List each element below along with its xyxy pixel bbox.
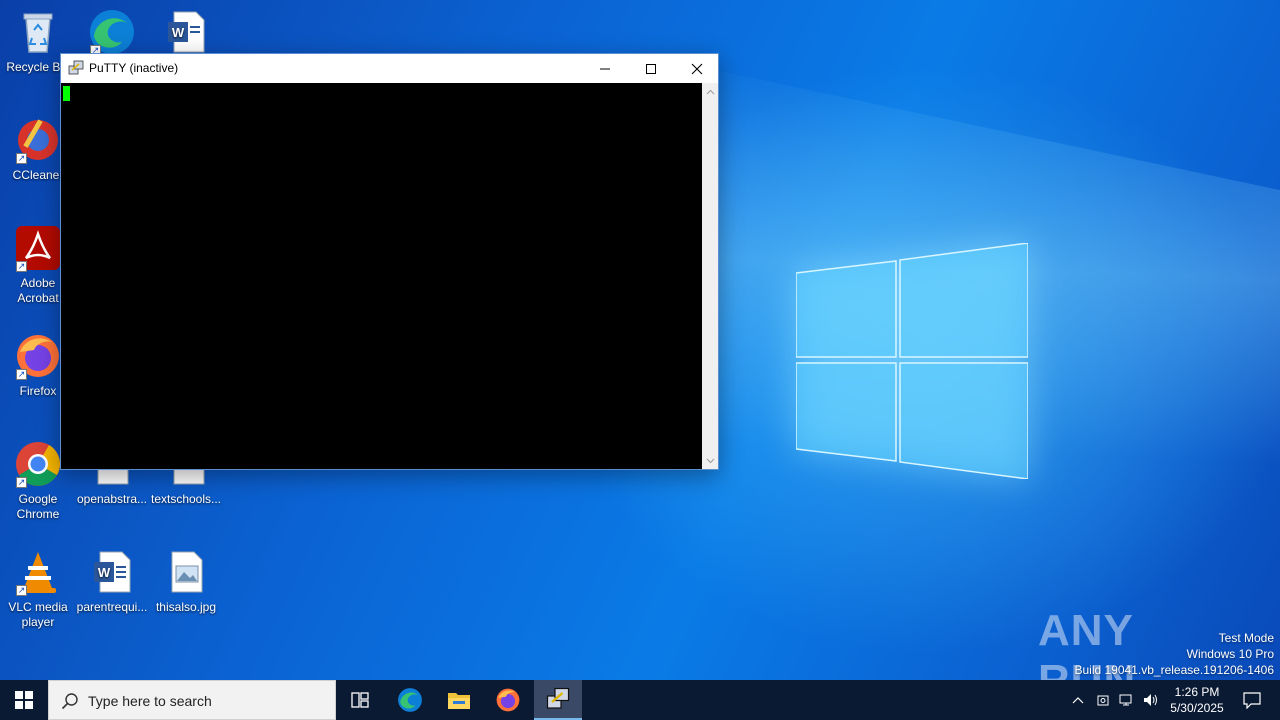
edition-label: Windows 10 Pro [1186, 647, 1274, 661]
shortcut-arrow-icon: ↗ [16, 585, 27, 596]
taskbar-firefox[interactable] [484, 680, 532, 720]
shortcut-arrow-icon: ↗ [16, 477, 27, 488]
shortcut-arrow-icon: ↗ [16, 153, 27, 164]
maximize-icon [646, 63, 656, 74]
taskbar-clock[interactable]: 1:26 PM 5/30/2025 [1164, 684, 1230, 716]
terminal-cursor [63, 86, 70, 101]
device-icon [1097, 695, 1109, 706]
build-label: Build 19041.vb_release.191206-1406 [1074, 663, 1275, 677]
minimize-button[interactable] [582, 54, 628, 83]
desktop-icon-label: parentrequi... [76, 600, 148, 614]
desktop-icon-parentrequi[interactable]: W parentrequi... [74, 548, 150, 615]
minimize-icon [600, 68, 610, 69]
firefox-icon: ↗ [14, 332, 62, 380]
desktop-icon-label: thisalso.jpg [155, 600, 217, 614]
adobe-acrobat-icon: ↗ [14, 224, 62, 272]
desktop-icon-label: Firefox [19, 384, 57, 398]
chevron-up-icon [1072, 697, 1084, 704]
image-file-icon [162, 548, 210, 596]
test-mode-label: Test Mode [1218, 631, 1274, 645]
putty-app-icon [68, 60, 84, 75]
scroll-up-button[interactable] [702, 83, 718, 100]
taskbar-putty[interactable] [534, 680, 582, 720]
ccleaner-icon: ↗ [14, 116, 62, 164]
windows-start-icon [15, 691, 33, 709]
chevron-down-icon [706, 458, 714, 463]
desktop-icon-label: Google Chrome [16, 492, 60, 521]
desktop-icon-label: openabstra... [76, 492, 148, 506]
start-button[interactable] [0, 680, 48, 720]
tray-volume-icon[interactable] [1143, 692, 1159, 708]
putty-app-icon [546, 687, 570, 709]
search-icon [61, 693, 78, 710]
action-center-button[interactable] [1232, 680, 1272, 720]
clock-time: 1:26 PM [1174, 685, 1220, 699]
edge-icon [398, 688, 422, 712]
desktop-icon-label: Adobe Acrobat [17, 276, 59, 305]
edge-icon: ↗ [88, 8, 136, 56]
shortcut-arrow-icon: ↗ [16, 261, 27, 272]
chevron-up-icon [706, 89, 714, 94]
desktop-icon-label: textschools... [150, 492, 222, 506]
putty-window[interactable]: PuTTY (inactive) [60, 53, 719, 470]
system-info-text: Test Mode Windows 10 Pro Build 19041.vb_… [1075, 630, 1275, 678]
close-icon [691, 63, 703, 74]
desktop-icon-label: CCleaner [12, 168, 64, 182]
taskbar-search-box[interactable]: Type here to search [48, 680, 336, 720]
network-icon [1119, 694, 1132, 706]
folder-icon [448, 693, 470, 709]
shortcut-arrow-icon: ↗ [16, 369, 27, 380]
chrome-icon: ↗ [14, 440, 62, 488]
desktop-icon-thisalso-jpg[interactable]: thisalso.jpg [148, 548, 224, 615]
taskbar-file-explorer[interactable] [435, 680, 483, 720]
task-view-icon [351, 692, 369, 708]
volume-icon [1144, 694, 1157, 706]
window-title: PuTTY (inactive) [89, 61, 179, 75]
tray-security-icon[interactable] [1095, 692, 1111, 708]
desktop-icon-label: VLC media player [8, 600, 68, 629]
clock-date: 5/30/2025 [1170, 701, 1224, 715]
vlc-icon: ↗ [14, 548, 62, 596]
task-view-button[interactable] [336, 680, 384, 720]
search-placeholder: Type here to search [88, 693, 212, 709]
window-titlebar[interactable]: PuTTY (inactive) [61, 54, 718, 83]
firefox-icon [496, 688, 520, 712]
taskbar: Type here to search 1:26 PM 5/30/2025 [0, 680, 1280, 720]
terminal-area[interactable] [61, 83, 702, 469]
word-document-icon: W [162, 8, 210, 56]
vertical-scrollbar[interactable] [702, 83, 718, 469]
maximize-button[interactable] [628, 54, 674, 83]
show-hidden-icons-button[interactable] [1070, 692, 1086, 708]
recycle-bin-icon [14, 8, 62, 56]
tray-network-icon[interactable] [1119, 692, 1135, 708]
svg-text:W: W [172, 25, 185, 40]
desktop: Recycle Bin ↗ CCleaner ↗ Adobe Acrobat ↗… [0, 0, 1280, 680]
word-document-icon: W [88, 548, 136, 596]
svg-text:W: W [98, 565, 111, 580]
windows-logo-wallpaper [796, 243, 1028, 479]
taskbar-edge[interactable] [386, 680, 434, 720]
notification-icon [1243, 692, 1261, 709]
close-button[interactable] [674, 54, 720, 83]
desktop-icon-vlc[interactable]: ↗ VLC media player [0, 548, 76, 630]
scroll-down-button[interactable] [702, 452, 718, 469]
